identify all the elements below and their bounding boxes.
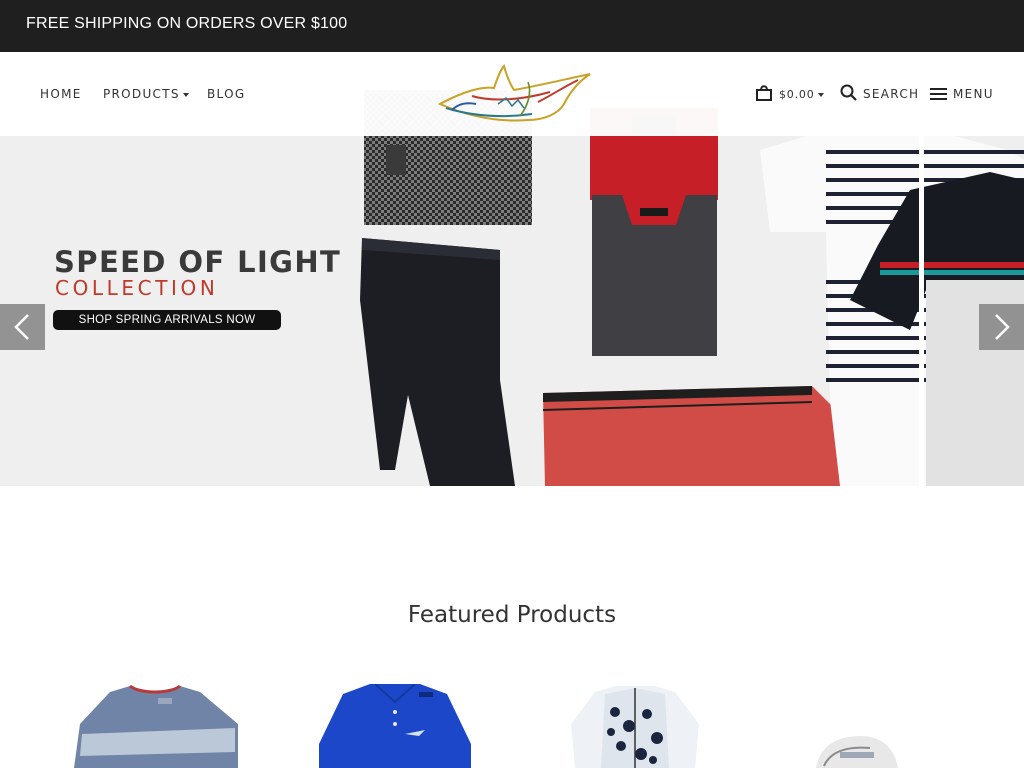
chevron-left-icon [14, 314, 29, 340]
product-image-white-cap[interactable] [810, 730, 900, 768]
nav-blog-link[interactable]: BLOG [207, 87, 245, 101]
shark-logo-icon[interactable] [432, 62, 594, 130]
cart-total: $0.00 [779, 88, 815, 101]
nav-products-link[interactable]: PRODUCTS [103, 87, 189, 101]
search-icon [840, 84, 857, 101]
site-header: HOME PRODUCTS BLOG $0.00 SEARCH MENU [0, 52, 1024, 136]
carousel-next-button[interactable] [979, 304, 1024, 350]
hamburger-menu-icon [930, 88, 947, 100]
promo-bar: FREE SHIPPING ON ORDERS OVER $100 [0, 0, 1024, 52]
cart-bag-icon [756, 85, 772, 101]
hero-frame-right [919, 124, 924, 486]
search-label: SEARCH [863, 87, 920, 101]
product-image-leopard-quarter-zip[interactable] [565, 684, 705, 768]
chevron-down-icon [182, 92, 189, 97]
menu-label: MENU [953, 87, 994, 101]
hero-subtitle: COLLECTION [55, 276, 219, 300]
featured-products-title: Featured Products [407, 602, 617, 628]
product-image-blue-polo[interactable] [315, 684, 475, 768]
product-image-heather-tee[interactable] [70, 684, 240, 768]
nav-products-label: PRODUCTS [103, 87, 180, 101]
nav-home-link[interactable]: HOME [40, 87, 82, 101]
hero-cta-button[interactable]: SHOP SPRING ARRIVALS NOW [53, 310, 281, 330]
chevron-down-icon [818, 93, 824, 97]
chevron-right-icon [995, 314, 1010, 340]
carousel-prev-button[interactable] [0, 304, 45, 350]
promo-text: FREE SHIPPING ON ORDERS OVER $100 [26, 15, 348, 32]
hero-title: SPEED OF LIGHT [54, 245, 342, 279]
